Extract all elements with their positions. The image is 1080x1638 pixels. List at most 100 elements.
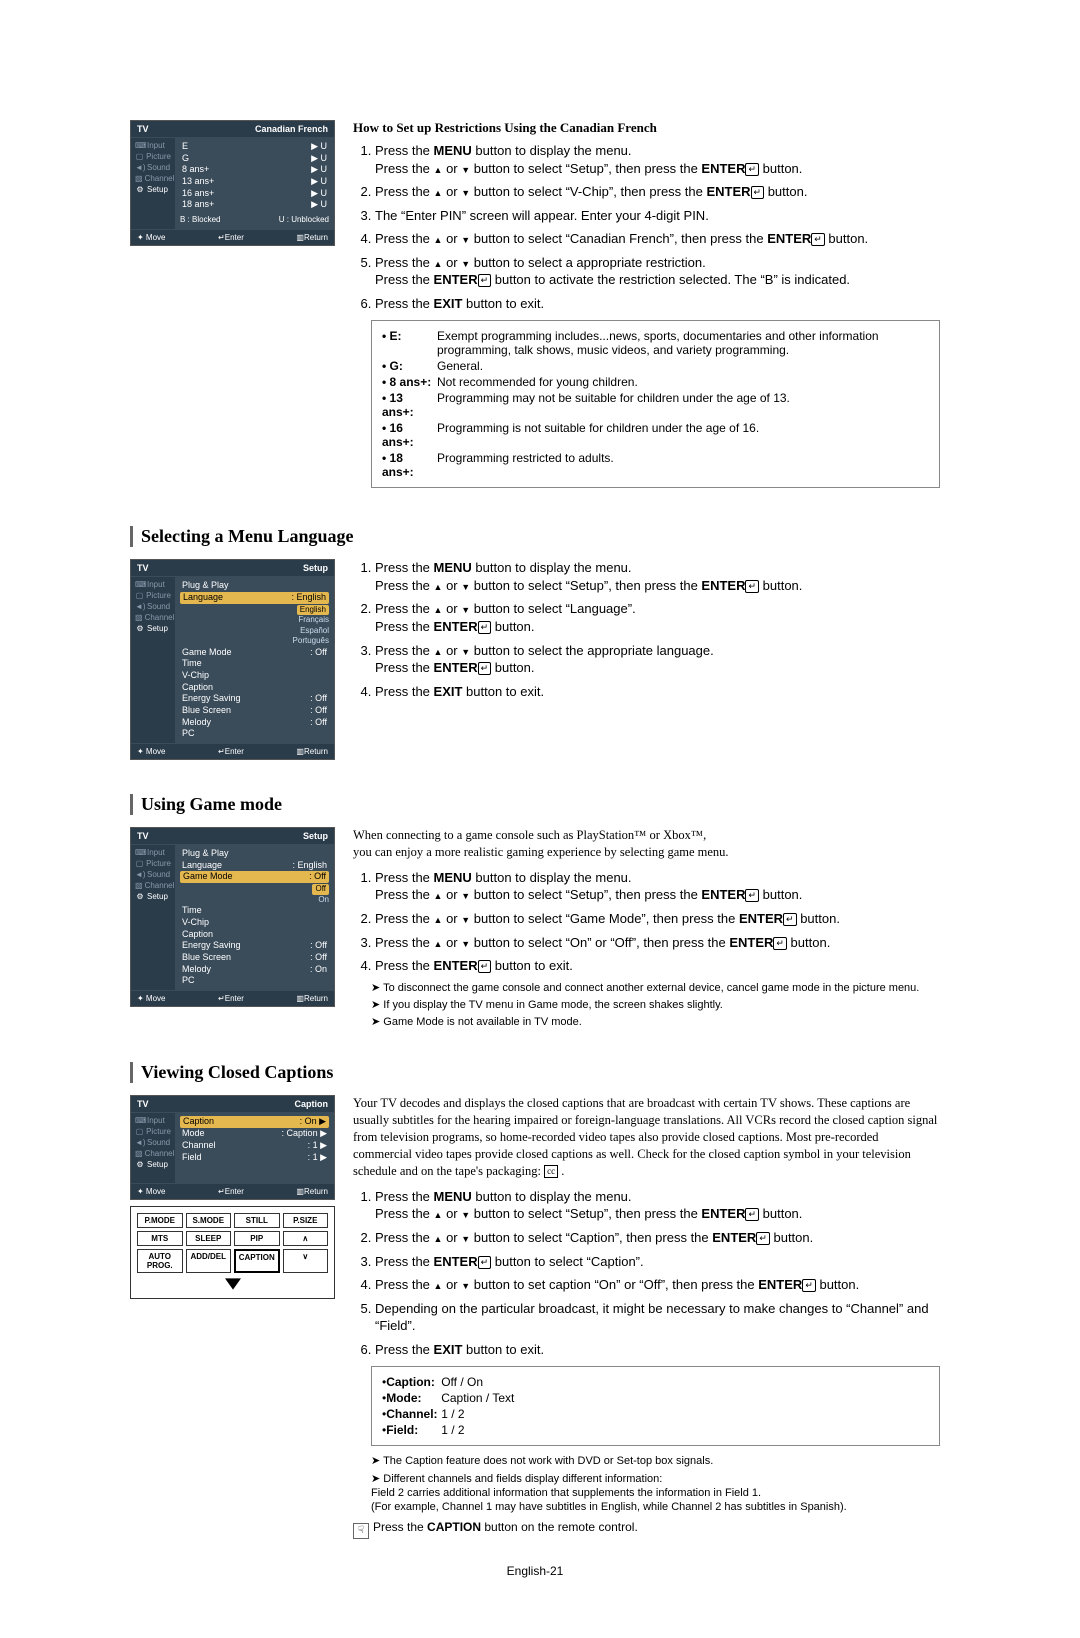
step-item: Press the or button to select a appropri…	[375, 254, 940, 289]
remote-button: MTS	[137, 1231, 183, 1246]
osd-side-item: ◄)Sound	[131, 1137, 175, 1148]
tv-osd-caption: TVCaption ⌨Input▢Picture◄)Sound▧Channel⚙…	[130, 1095, 335, 1200]
osd-side-item: ⌨Input	[131, 579, 175, 590]
arrow-note: Different channels and fields display di…	[371, 1472, 940, 1515]
osd-side-item: ▧Channel	[131, 1148, 175, 1159]
osd-side-item: ◄)Sound	[131, 869, 175, 880]
osd-row: 8 ans+▶ U	[180, 164, 329, 176]
step-item: Press the EXIT button to exit.	[375, 1341, 940, 1359]
remote-button: P.MODE	[137, 1213, 183, 1228]
osd-side-item: ◄)Sound	[131, 162, 175, 173]
note-row: • Field:1 / 2	[382, 1423, 929, 1437]
step-item: The “Enter PIN” screen will appear. Ente…	[375, 207, 940, 225]
osd-side-item: ▢Picture	[131, 858, 175, 869]
osd-option: English	[297, 605, 329, 615]
arrow-note: The Caption feature does not work with D…	[371, 1454, 940, 1468]
section-language: TVSetup ⌨Input▢Picture◄)Sound▧Channel⚙Se…	[130, 559, 940, 764]
osd-row: 16 ans+▶ U	[180, 188, 329, 200]
note-row: • G:General.	[382, 359, 929, 373]
osd-row: PC	[180, 728, 329, 740]
osd-side-item: ▧Channel	[131, 173, 175, 184]
osd-row: Blue Screen: Off	[180, 952, 329, 964]
steps-list: Press the MENU button to display the men…	[353, 869, 940, 975]
remote-button: P.SIZE	[283, 1213, 329, 1228]
caption-options-box: • Caption:Off / On• Mode:Caption / Text•…	[371, 1366, 940, 1446]
osd-row: Game Mode: Off	[180, 871, 329, 883]
ratings-legend-box: • E:Exempt programming includes...news, …	[371, 320, 940, 488]
osd-side-item: ⚙Setup	[131, 891, 175, 902]
osd-row: Blue Screen: Off	[180, 705, 329, 717]
section-canadian-french: TVCanadian French ⌨Input▢Picture◄)Sound▧…	[130, 120, 940, 496]
step-item: Press the EXIT button to exit.	[375, 295, 940, 313]
remote-pointer-icon	[137, 1276, 328, 1292]
osd-row: 13 ans+▶ U	[180, 176, 329, 188]
osd-row: Language: English	[180, 592, 329, 604]
step-item: Press the EXIT button to exit.	[375, 683, 940, 701]
notes-list: The Caption feature does not work with D…	[371, 1454, 940, 1514]
osd-side-item: ⌨Input	[131, 140, 175, 151]
remote-button: SLEEP	[186, 1231, 232, 1246]
note-row: • Mode:Caption / Text	[382, 1391, 929, 1405]
remote-button: S.MODE	[186, 1213, 232, 1228]
notes-list: To disconnect the game console and conne…	[371, 981, 940, 1030]
osd-side-item: ▧Channel	[131, 880, 175, 891]
osd-row: G▶ U	[180, 153, 329, 165]
step-item: Press the or button to select “V-Chip”, …	[375, 183, 940, 201]
osd-side-item: ◄)Sound	[131, 601, 175, 612]
steps-list: Press the MENU button to display the men…	[353, 559, 940, 700]
osd-side-item: ⚙Setup	[131, 623, 175, 634]
step-item: Depending on the particular broadcast, i…	[375, 1300, 940, 1335]
remote-button: AUTO PROG.	[137, 1249, 183, 1273]
osd-option: On	[235, 895, 329, 905]
remote-button: ADD/DEL	[186, 1249, 232, 1273]
step-item: Press the or button to select “Game Mode…	[375, 910, 940, 928]
intro-game-mode: When connecting to a game console such a…	[353, 827, 940, 861]
osd-option: Español	[235, 626, 329, 636]
step-item: Press the or button to set caption “On” …	[375, 1276, 940, 1294]
osd-row: Plug & Play	[180, 848, 329, 860]
manual-page: TVCanadian French ⌨Input▢Picture◄)Sound▧…	[0, 0, 1080, 1638]
osd-side-item: ▧Channel	[131, 612, 175, 623]
step-item: Press the or button to select “Caption”,…	[375, 1229, 940, 1247]
osd-row: Time	[180, 905, 329, 917]
osd-row: Mode: Caption ▶	[180, 1128, 329, 1140]
section-title-game-mode: Using Game mode	[130, 794, 940, 815]
osd-side-item: ⌨Input	[131, 1115, 175, 1126]
page-number: English-21	[130, 1564, 940, 1578]
osd-row: Melody: On	[180, 964, 329, 976]
step-item: Press the MENU button to display the men…	[375, 869, 940, 904]
osd-row: Time	[180, 658, 329, 670]
intro-captions: Your TV decodes and displays the closed …	[353, 1095, 940, 1179]
osd-row: Plug & Play	[180, 580, 329, 592]
step-item: Press the or button to select “Language”…	[375, 600, 940, 635]
remote-button: STILL	[234, 1213, 280, 1228]
osd-row: Field: 1 ▶	[180, 1152, 329, 1164]
osd-side-item: ▢Picture	[131, 151, 175, 162]
osd-row: V-Chip	[180, 917, 329, 929]
note-row: • E:Exempt programming includes...news, …	[382, 329, 929, 357]
osd-side-item: ⌨Input	[131, 847, 175, 858]
osd-row: Energy Saving: Off	[180, 940, 329, 952]
osd-row: PC	[180, 975, 329, 987]
step-item: Press the MENU button to display the men…	[375, 1188, 940, 1223]
osd-row: Game Mode: Off	[180, 647, 329, 659]
note-row: • 16 ans+:Programming is not suitable fo…	[382, 421, 929, 449]
steps-list: Press the MENU button to display the men…	[353, 142, 940, 312]
remote-button: PIP	[234, 1231, 280, 1246]
step-item: Press the ENTER button to select “Captio…	[375, 1253, 940, 1271]
remote-hint: ☟Press the CAPTION button on the remote …	[353, 1520, 940, 1539]
tv-osd-game-mode: TVSetup ⌨Input▢Picture◄)Sound▧Channel⚙Se…	[130, 827, 335, 1007]
step-item: Press the or button to select “On” or “O…	[375, 934, 940, 952]
arrow-note: If you display the TV menu in Game mode,…	[371, 998, 940, 1012]
osd-row: V-Chip	[180, 670, 329, 682]
osd-side-item: ⚙Setup	[131, 184, 175, 195]
osd-row: Channel: 1 ▶	[180, 1140, 329, 1152]
step-item: Press the ENTER button to exit.	[375, 957, 940, 975]
step-item: Press the or button to select the approp…	[375, 642, 940, 677]
osd-row: Caption	[180, 929, 329, 941]
step-item: Press the MENU button to display the men…	[375, 142, 940, 177]
note-row: • 8 ans+:Not recommended for young child…	[382, 375, 929, 389]
arrow-note: Game Mode is not available in TV mode.	[371, 1015, 940, 1029]
section-closed-captions: TVCaption ⌨Input▢Picture◄)Sound▧Channel⚙…	[130, 1095, 940, 1539]
osd-row: E▶ U	[180, 141, 329, 153]
